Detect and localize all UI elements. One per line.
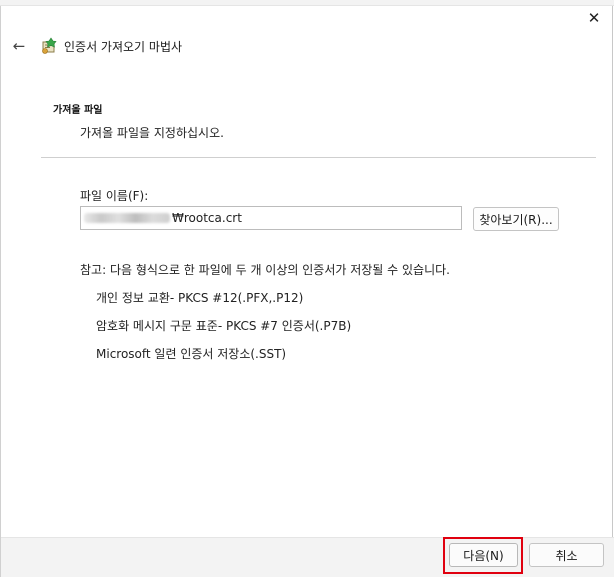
back-arrow-icon: ← [12,37,26,55]
close-button[interactable]: ✕ [584,8,604,28]
header-divider [41,157,596,158]
file-name-label: 파일 이름(F): [80,189,149,203]
browse-button[interactable]: 찾아보기(R)... [473,207,559,231]
format-item-sst: Microsoft 일련 인증서 저장소(.SST) [96,347,287,361]
back-button[interactable]: ← [10,37,28,55]
close-icon: ✕ [587,9,601,27]
format-item-p7b: 암호화 메시지 구문 표준- PKCS #7 인증서(.P7B) [96,319,352,333]
cancel-button[interactable]: 취소 [529,543,604,567]
wizard-title: 인증서 가져오기 마법사 [64,39,183,54]
format-note: 참고: 다음 형식으로 한 파일에 두 개 이상의 인증서가 저장될 수 있습니… [80,263,450,277]
wizard-header: ← 인증서 가져오기 마법사 [10,36,182,56]
file-name-value: ₩rootca.crt [172,211,242,225]
section-description: 가져올 파일을 지정하십시오. [80,126,224,140]
certificate-import-wizard-dialog: ✕ ← 인증서 가져오기 마법사 가져올 파일 가져올 파일을 지정하십시오. … [0,6,614,577]
format-item-pfx: 개인 정보 교환- PKCS #12(.PFX,.P12) [96,291,304,305]
next-button[interactable]: 다음(N) [449,543,518,567]
certificate-wizard-icon [42,37,57,54]
blurred-path [84,213,170,223]
file-name-input[interactable]: ₩rootca.crt [80,206,462,230]
section-title: 가져올 파일 [53,105,103,116]
